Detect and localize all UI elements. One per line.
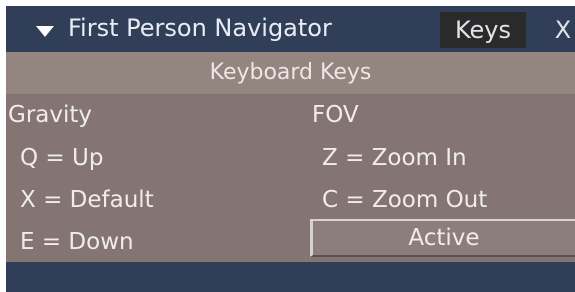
- tab-keys[interactable]: Keys: [440, 12, 526, 48]
- section-header-label: Keyboard Keys: [209, 60, 372, 85]
- collapse-triangle-icon[interactable]: [36, 26, 54, 37]
- gravity-down-key: E = Down: [20, 229, 134, 255]
- keys-content: Keyboard Keys Gravity FOV Q = Up X = Def…: [6, 52, 575, 262]
- fov-zoom-in-key: Z = Zoom In: [322, 145, 467, 171]
- close-button[interactable]: X: [546, 12, 575, 48]
- footer-bar: [6, 262, 575, 292]
- navigator-panel: First Person Navigator Keys X Keyboard K…: [0, 0, 575, 292]
- fov-heading: FOV: [312, 102, 359, 128]
- window-title: First Person Navigator: [68, 14, 332, 42]
- title-bar[interactable]: First Person Navigator Keys X: [6, 6, 575, 52]
- active-button[interactable]: Active: [310, 219, 575, 257]
- gravity-up-key: Q = Up: [20, 145, 104, 171]
- section-header: Keyboard Keys: [6, 52, 575, 94]
- gravity-default-key: X = Default: [20, 187, 154, 213]
- gravity-heading: Gravity: [8, 102, 93, 128]
- fov-zoom-out-key: C = Zoom Out: [322, 187, 488, 213]
